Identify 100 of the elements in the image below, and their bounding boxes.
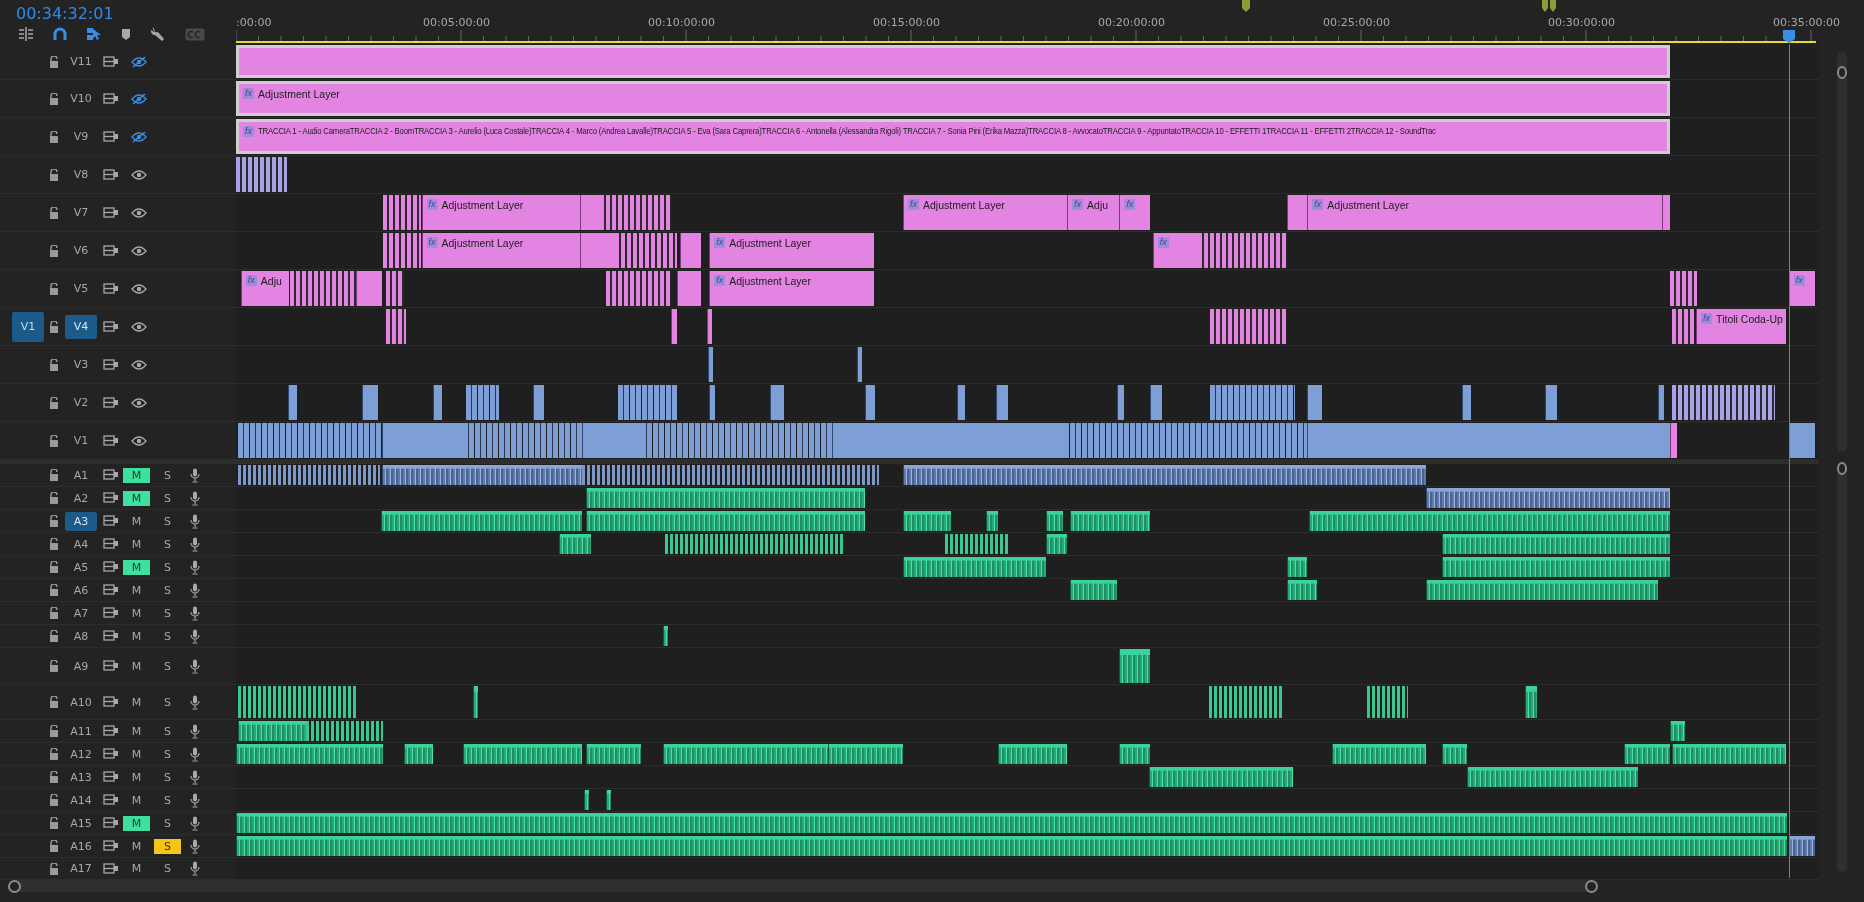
lock-icon[interactable] [49,168,59,181]
video-clip[interactable] [856,347,862,382]
video-clip[interactable] [1669,271,1698,306]
track-name[interactable]: A2 [65,488,97,508]
solo-button[interactable]: S [154,861,181,876]
mute-button[interactable]: M [123,815,150,831]
track-name[interactable]: V11 [65,49,97,74]
eye-icon[interactable] [131,282,147,295]
video-clip[interactable] [1661,195,1670,230]
audio-clip[interactable] [1426,488,1670,508]
video-clip[interactable] [641,423,832,458]
lock-icon[interactable] [49,794,59,806]
audio-clip[interactable] [1524,686,1537,718]
audio-clip[interactable] [944,534,1010,554]
audio-clip[interactable] [1287,580,1317,600]
mute-button[interactable]: M [123,723,150,739]
video-clip[interactable] [463,423,582,458]
lock-icon[interactable] [49,725,59,737]
scrollbar[interactable] [1836,462,1847,872]
sync-lock-icon[interactable] [103,840,119,852]
track-name[interactable]: V4 [65,314,97,339]
track-name[interactable]: V5 [65,276,97,301]
video-clip[interactable] [1672,309,1694,344]
solo-button[interactable]: S [154,559,181,575]
mute-button[interactable]: M [123,513,150,529]
video-clip[interactable] [831,423,1070,458]
video-clip[interactable] [1669,423,1677,458]
sync-lock-icon[interactable] [103,630,119,642]
audio-clip[interactable] [585,488,865,508]
sync-lock-icon[interactable] [103,748,119,760]
microphone-icon[interactable] [190,723,200,739]
video-clip[interactable] [383,195,422,230]
track-name[interactable]: A4 [65,534,97,554]
lock-icon[interactable] [49,817,59,829]
video-clip[interactable] [995,385,1008,420]
microphone-icon[interactable] [190,582,200,598]
microphone-icon[interactable] [190,559,200,575]
eye-icon[interactable] [131,320,147,333]
mute-button[interactable]: M [123,490,150,506]
microphone-icon[interactable] [190,838,200,854]
audio-clip[interactable] [1045,534,1068,554]
audio-clip[interactable] [1441,744,1467,764]
microphone-icon[interactable] [190,746,200,762]
audio-clip[interactable] [828,744,903,764]
lock-icon[interactable] [49,130,59,143]
video-clip[interactable] [1461,385,1472,420]
audio-clip[interactable] [1466,767,1638,787]
eye-hidden-icon[interactable] [131,55,147,68]
audio-clip[interactable] [1366,686,1409,718]
track-name[interactable]: V7 [65,200,97,225]
track-name[interactable]: V2 [65,390,97,415]
video-clip[interactable] [433,385,442,420]
sync-lock-icon[interactable] [103,492,119,504]
audio-clip[interactable] [665,534,844,554]
track-name[interactable]: A8 [65,626,97,646]
audio-clip[interactable] [236,836,1787,856]
video-clip[interactable] [1788,423,1815,458]
lock-icon[interactable] [49,607,59,619]
audio-clip[interactable] [1069,511,1151,531]
video-clip[interactable] [579,195,600,230]
track-name[interactable]: V3 [65,352,97,377]
playhead-timecode[interactable]: 00:34:32:01 [16,4,236,24]
sync-lock-icon[interactable] [103,244,119,257]
solo-button[interactable]: S [154,694,181,710]
audio-clip[interactable] [662,744,829,764]
microphone-icon[interactable] [190,658,200,674]
video-clip[interactable] [865,385,875,420]
video-clip[interactable] [615,233,678,268]
solo-button[interactable]: S [154,723,181,739]
audio-clip[interactable] [1119,649,1151,683]
sync-lock-icon[interactable] [103,396,119,409]
video-clip[interactable] [238,423,383,458]
sync-lock-icon[interactable] [103,434,119,447]
lock-icon[interactable] [49,840,59,852]
magnet-icon[interactable] [53,27,67,41]
audio-clip[interactable] [1788,836,1815,856]
sync-lock-icon[interactable] [103,320,119,333]
video-clip[interactable]: fx Titoli Coda-Up [1696,309,1787,344]
audio-clip[interactable] [382,465,582,485]
track-name[interactable]: A13 [65,767,97,787]
video-clip[interactable] [706,309,712,344]
video-clip[interactable]: fx Adjustment Layer [709,271,875,306]
track-name[interactable]: A5 [65,557,97,577]
sync-lock-icon[interactable] [103,607,119,619]
track-name[interactable]: V6 [65,238,97,263]
video-clip[interactable] [1117,385,1125,420]
lock-icon[interactable] [49,92,59,105]
sync-lock-icon[interactable] [103,794,119,806]
video-clip[interactable] [1672,385,1775,420]
audio-clip[interactable] [605,790,611,810]
audio-clip[interactable] [903,465,1427,485]
microphone-icon[interactable] [190,861,200,876]
audio-clip[interactable] [998,744,1068,764]
mute-button[interactable]: M [123,792,150,808]
mute-button[interactable]: M [123,467,150,483]
lock-icon[interactable] [49,561,59,573]
track-name[interactable]: V10 [65,86,97,111]
lock-icon[interactable] [49,244,59,257]
video-clip[interactable] [288,385,297,420]
audio-clip[interactable] [585,744,642,764]
